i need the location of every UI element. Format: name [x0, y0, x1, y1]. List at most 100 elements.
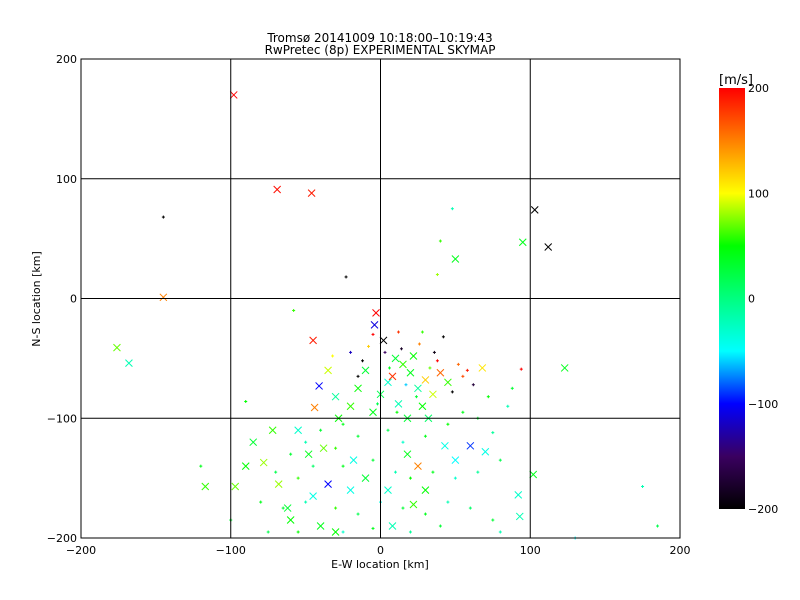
data-point: [451, 255, 460, 263]
data-point: [394, 400, 403, 408]
data-point: [241, 462, 250, 471]
data-point: [446, 422, 450, 426]
colorbar-tick-label: 0: [748, 293, 755, 306]
data-point: [229, 91, 238, 99]
data-point: [409, 352, 418, 360]
data-point: [388, 522, 397, 530]
data-point: [309, 492, 317, 500]
data-point: [379, 336, 388, 345]
data-point: [481, 447, 490, 456]
data-point: [281, 506, 285, 510]
data-point: [519, 367, 523, 371]
data-point: [456, 362, 460, 366]
data-point: [244, 399, 248, 403]
data-point: [518, 238, 527, 247]
data-point: [361, 359, 365, 363]
data-point: [451, 456, 460, 465]
data-point: [441, 441, 449, 450]
y-tick-label: 200: [56, 53, 77, 66]
data-point: [259, 458, 268, 467]
data-point: [414, 384, 422, 393]
data-point: [420, 330, 424, 334]
data-point: [401, 440, 405, 444]
skymap-figure: Tromsø 20141009 10:18:00–10:19:43 RwPret…: [0, 0, 800, 600]
data-point: [341, 464, 345, 468]
data-point: [361, 474, 370, 482]
data-point: [431, 470, 435, 474]
data-point: [324, 480, 332, 488]
data-point: [113, 343, 121, 352]
data-point: [453, 476, 457, 480]
data-point: [125, 359, 133, 368]
data-point: [349, 350, 353, 354]
data-point: [369, 408, 377, 417]
data-points: [113, 91, 660, 540]
data-point: [393, 470, 397, 474]
skymap-chart: Tromsø 20141009 10:18:00–10:19:43 RwPret…: [30, 31, 778, 571]
data-point: [344, 275, 348, 279]
data-point: [294, 426, 302, 435]
data-point: [498, 458, 502, 462]
colorbar-tick-label: 100: [748, 187, 769, 200]
colorbar-ticks: 200 100 0 −100 −200: [748, 82, 778, 516]
data-point: [296, 530, 300, 534]
data-point: [273, 185, 282, 194]
data-point: [436, 368, 445, 377]
colorbar: [719, 88, 745, 509]
data-point: [334, 506, 338, 510]
data-point: [266, 530, 270, 534]
data-point: [386, 428, 390, 432]
data-point: [341, 422, 345, 426]
data-point: [331, 528, 340, 536]
data-point: [404, 383, 408, 387]
data-point: [356, 374, 360, 378]
data-point: [417, 342, 421, 346]
data-point: [450, 390, 454, 394]
data-point: [354, 384, 362, 393]
data-point: [383, 350, 387, 354]
data-point: [334, 446, 338, 450]
data-point: [401, 506, 405, 510]
data-point: [249, 438, 258, 447]
data-point: [399, 347, 403, 351]
data-point: [161, 215, 165, 219]
data-point: [461, 410, 465, 414]
data-point: [641, 485, 645, 489]
y-axis-ticks: −200 −100 0 100 200: [47, 53, 77, 545]
data-point: [201, 482, 210, 491]
data-point: [296, 476, 300, 480]
data-point: [498, 530, 502, 534]
grid-lines: [81, 59, 680, 538]
data-point: [370, 320, 379, 329]
data-point: [418, 402, 427, 411]
data-point: [286, 516, 295, 524]
data-point: [421, 376, 430, 384]
x-tick-label: 0: [377, 544, 384, 557]
x-tick-label: 200: [670, 544, 691, 557]
data-point: [530, 206, 539, 214]
data-point: [403, 450, 412, 459]
data-point: [319, 428, 323, 432]
data-point: [465, 368, 469, 372]
data-point: [309, 336, 317, 345]
data-point: [283, 504, 292, 512]
data-point: [429, 390, 437, 399]
data-point: [371, 458, 375, 462]
data-point: [486, 395, 490, 399]
data-point: [491, 431, 495, 435]
data-point: [544, 243, 553, 251]
data-point: [341, 530, 345, 534]
data-point: [384, 486, 392, 494]
data-point: [476, 470, 480, 474]
y-tick-label: 100: [56, 173, 77, 186]
data-point: [466, 441, 475, 450]
data-point: [231, 482, 240, 491]
data-point: [514, 491, 523, 499]
y-tick-label: −200: [47, 532, 77, 545]
data-point: [414, 395, 418, 399]
data-point: [414, 462, 422, 471]
data-point: [371, 332, 375, 336]
x-tick-label: 100: [520, 544, 541, 557]
data-point: [331, 354, 335, 358]
data-point: [471, 383, 475, 387]
